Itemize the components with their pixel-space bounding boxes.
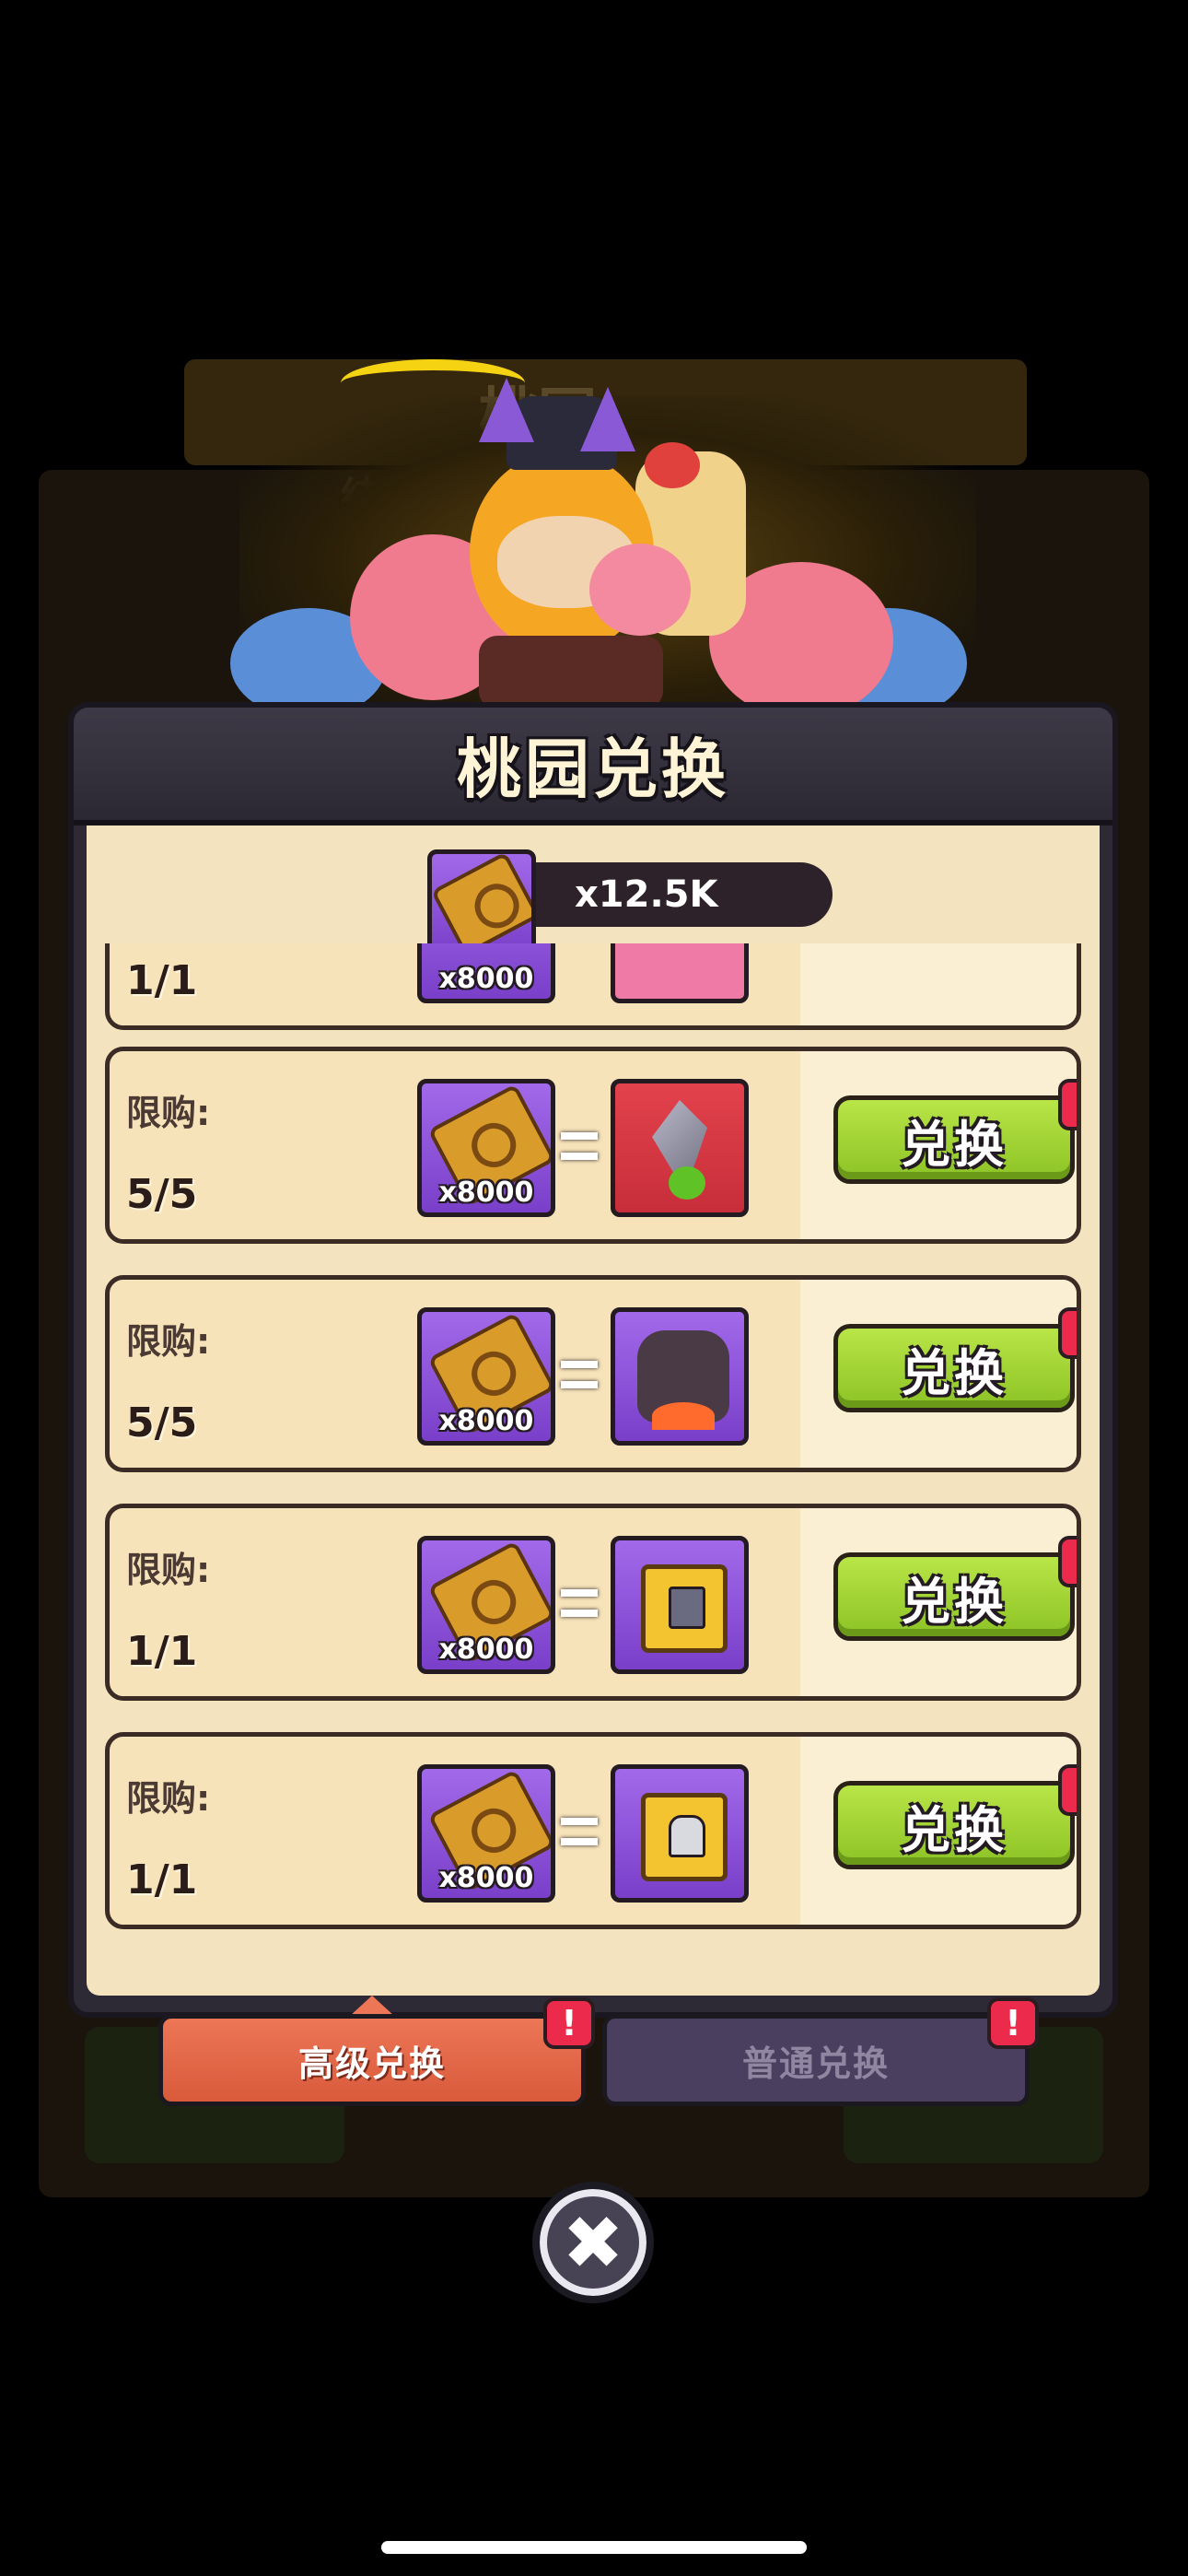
reward-item [611,943,749,1003]
currency-amount: x12.5K [492,862,833,927]
equals-icon [561,1132,598,1160]
fire-icon [652,1402,715,1430]
cost-quantity: x8000 [438,1633,534,1666]
alert-badge: ! [543,1997,595,2049]
alert-badge: ! [1058,1764,1077,1816]
reward-item[interactable] [611,1307,749,1446]
reward-item[interactable] [611,1079,749,1217]
currency-display: x12.5K [427,849,842,958]
monkey-king-illustration [230,341,967,719]
alert-badge: ! [1058,1536,1077,1587]
scroll-icon [432,854,531,954]
limit-label: 限购: [126,1778,211,1819]
cost-quantity: x8000 [438,1177,534,1209]
purchase-count: 1/1 [126,957,198,1004]
cost-quantity: x8000 [438,1405,534,1437]
cost-item[interactable]: x8000 [417,1307,555,1446]
reward-item[interactable] [611,1536,749,1674]
exchange-button[interactable]: 兑换 [833,1324,1075,1412]
cost-item[interactable]: x8000 [417,1536,555,1674]
equals-icon [561,1589,598,1617]
active-tab-pointer [350,1996,394,2016]
limit-label: 限购: [126,1321,211,1362]
currency-scroll-icon [427,849,536,958]
modal-body: x12.5K 1/1 x8000 限购: 5/5 x8000 兑换 限购: 5/… [87,825,1100,1996]
exchange-modal: 桃园兑换 x12.5K 1/1 x8000 限购: 5/5 x8000 兑换 限… [68,702,1118,2018]
helmet-icon [669,1815,705,1857]
reward-item[interactable] [611,1764,749,1903]
home-indicator[interactable] [381,2541,807,2554]
list-item: 限购: 1/1 x8000 兑换 ! [105,1732,1081,1929]
alert-badge: ! [987,1997,1039,2049]
tab-advanced-exchange[interactable]: 高级兑换 [158,2014,586,2106]
cost-quantity: x8000 [438,963,534,995]
close-icon: ✖ [562,2199,624,2286]
cost-item[interactable]: x8000 [417,1079,555,1217]
row-right-panel [800,943,1077,1025]
equals-icon [561,1361,598,1388]
exchange-button[interactable]: 兑换 [833,1781,1075,1869]
alert-badge: ! [1058,1307,1077,1359]
tab-label: 高级兑换 [297,2043,446,2084]
equals-icon [561,1818,598,1845]
list-item: 限购: 5/5 x8000 兑换 ! [105,1047,1081,1244]
limit-label: 限购: [126,1093,211,1133]
exchange-list[interactable]: 1/1 x8000 限购: 5/5 x8000 兑换 限购: 5/5 x8000… [87,943,1100,1975]
slime-icon [669,1166,705,1200]
tab-label: 普通兑换 [741,2043,890,2084]
purchase-count: 5/5 [126,1171,198,1218]
list-item: 限购: 5/5 x8000 兑换 ! [105,1275,1081,1472]
close-button[interactable]: ✖ [532,2182,654,2303]
cost-quantity: x8000 [438,1862,534,1894]
limit-label: 限购: [126,1550,211,1590]
modal-title: 桃园兑换 [457,731,729,807]
modal-header: 桃园兑换 [74,708,1112,825]
tab-normal-exchange[interactable]: 普通兑换 [602,2014,1030,2106]
list-item-partial: 1/1 x8000 [105,943,1081,1030]
exchange-button[interactable]: 兑换 [833,1095,1075,1184]
cost-item[interactable]: x8000 [417,1764,555,1903]
exchange-button[interactable]: 兑换 [833,1552,1075,1641]
cost-item: x8000 [417,943,555,1003]
alert-badge: ! [1058,1079,1077,1130]
purchase-count: 1/1 [126,1856,198,1903]
list-item: 限购: 1/1 x8000 兑换 ! [105,1504,1081,1701]
purchase-count: 1/1 [126,1628,198,1675]
lock-icon [669,1587,705,1629]
purchase-count: 5/5 [126,1399,198,1446]
